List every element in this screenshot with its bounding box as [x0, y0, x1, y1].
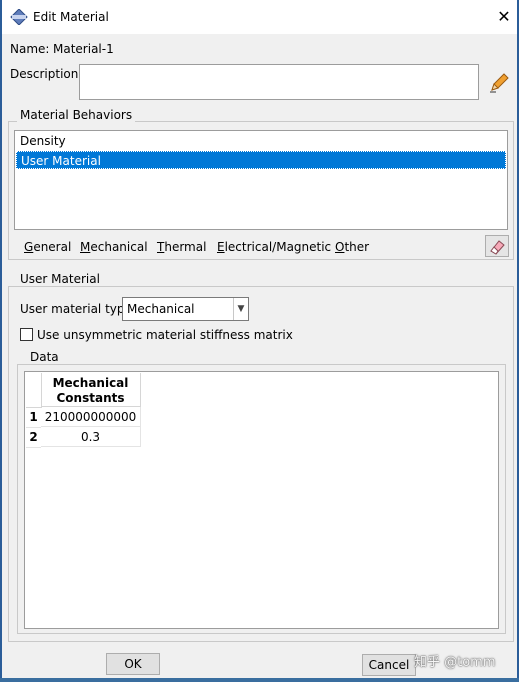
menu-other[interactable]: Other — [335, 240, 369, 254]
table-cell[interactable]: 210000000000 — [41, 407, 141, 427]
column-header-mechanical-constants[interactable]: Mechanical Constants — [41, 373, 141, 407]
window-frame-left — [0, 0, 2, 682]
unsymmetric-checkbox-label[interactable]: Use unsymmetric material stiffness matri… — [37, 328, 293, 342]
ok-button[interactable]: OK — [106, 653, 160, 675]
table-corner — [26, 373, 42, 408]
abaqus-material-icon — [10, 9, 28, 25]
data-title: Data — [27, 350, 62, 364]
description-label: Description: — [10, 67, 83, 81]
user-material-title: User Material — [17, 272, 103, 286]
data-table[interactable]: Mechanical Constants 1 210000000000 2 0.… — [24, 371, 499, 629]
watermark: 知乎 @tomm — [414, 655, 496, 670]
cancel-button[interactable]: Cancel — [362, 654, 416, 676]
pencil-icon[interactable] — [488, 72, 510, 94]
material-behaviors-title: Material Behaviors — [17, 108, 136, 122]
user-material-type-value: Mechanical — [127, 302, 195, 316]
menu-mechanical-rest: echanical — [90, 240, 148, 254]
name-label: Name: — [10, 42, 50, 56]
user-material-type-label: User material type: — [20, 302, 136, 316]
list-item-user-material[interactable]: User Material — [16, 151, 506, 169]
row-number: 2 — [26, 427, 41, 448]
eraser-glyph — [490, 240, 505, 255]
window-title: Edit Material — [33, 10, 109, 24]
eraser-icon[interactable] — [485, 235, 509, 257]
menu-mechanical[interactable]: Mechanical — [80, 240, 148, 254]
table-cell[interactable]: 0.3 — [41, 427, 141, 447]
column-header-line1: Mechanical — [52, 376, 129, 390]
menu-general[interactable]: General — [24, 240, 71, 254]
menu-electrical-mnemonic: E — [217, 240, 225, 254]
behavior-list[interactable]: Density User Material — [14, 130, 508, 230]
column-header-line2: Constants — [56, 391, 125, 405]
menu-electrical-magnetic[interactable]: Electrical/Magnetic — [217, 240, 331, 254]
unsymmetric-checkbox[interactable] — [20, 328, 33, 341]
menu-thermal-rest: hermal — [164, 240, 207, 254]
menu-general-mnemonic: G — [24, 240, 34, 254]
close-icon[interactable]: ✕ — [490, 4, 518, 30]
menu-thermal[interactable]: Thermal — [157, 240, 206, 254]
row-number: 1 — [26, 407, 41, 428]
material-name: Material-1 — [53, 42, 114, 56]
menu-other-rest: ther — [344, 240, 370, 254]
menu-mechanical-mnemonic: M — [80, 240, 91, 254]
list-item-density[interactable]: Density — [16, 132, 506, 150]
description-field[interactable] — [79, 64, 479, 100]
user-material-type-select[interactable]: Mechanical ▼ — [122, 297, 249, 321]
chevron-down-icon[interactable]: ▼ — [233, 298, 248, 320]
menu-electrical-rest: lectrical/Magnetic — [224, 240, 332, 254]
menu-general-rest: eneral — [33, 240, 72, 254]
taskbar-strip — [0, 678, 519, 682]
